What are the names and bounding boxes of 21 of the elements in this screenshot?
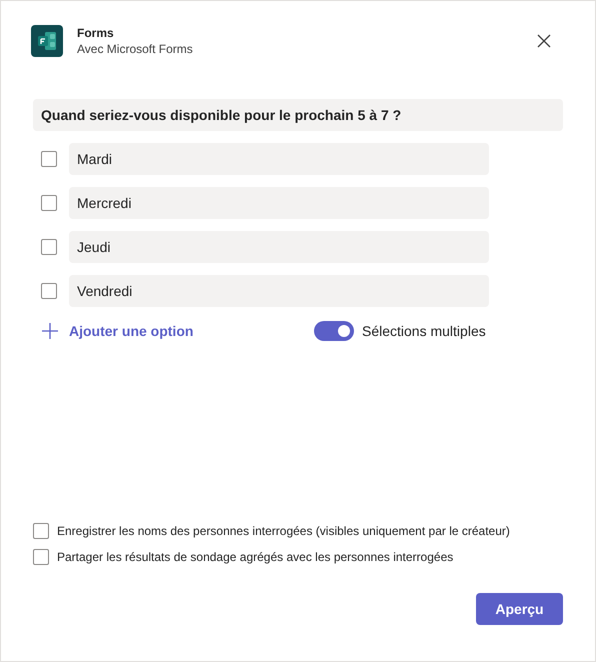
option-field[interactable]: Mercredi [69, 187, 489, 219]
plus-icon [41, 322, 59, 340]
checkbox[interactable] [33, 549, 49, 565]
checkbox-label: Enregistrer les noms des personnes interrogées (visibles uniquement par le créateur) [57, 524, 510, 538]
option-field[interactable]: Jeudi [69, 231, 489, 263]
preview-button[interactable]: Aperçu [476, 593, 563, 625]
checkbox[interactable] [41, 151, 57, 167]
question-field[interactable]: Quand seriez-vous disponible pour le prochain 5 à 7 ? [33, 99, 563, 131]
checkbox[interactable] [41, 239, 57, 255]
option-field[interactable]: Mardi [69, 143, 489, 175]
app-subtitle: Avec Microsoft Forms [77, 42, 194, 56]
checkbox[interactable] [41, 195, 57, 211]
checkbox[interactable] [41, 283, 57, 299]
checkbox-label: Partager les résultats de sondage agrégés avec les personnes interrogées [57, 550, 454, 564]
option-field[interactable]: Vendredi [69, 275, 489, 307]
app-title: Forms [77, 26, 115, 40]
toggle-label: Sélections multiples [362, 323, 486, 339]
add-option-link[interactable]: Ajouter une option [41, 322, 314, 340]
forms-logo-icon [31, 25, 63, 57]
checkbox[interactable] [33, 523, 49, 539]
toggle-switch[interactable] [314, 321, 354, 341]
